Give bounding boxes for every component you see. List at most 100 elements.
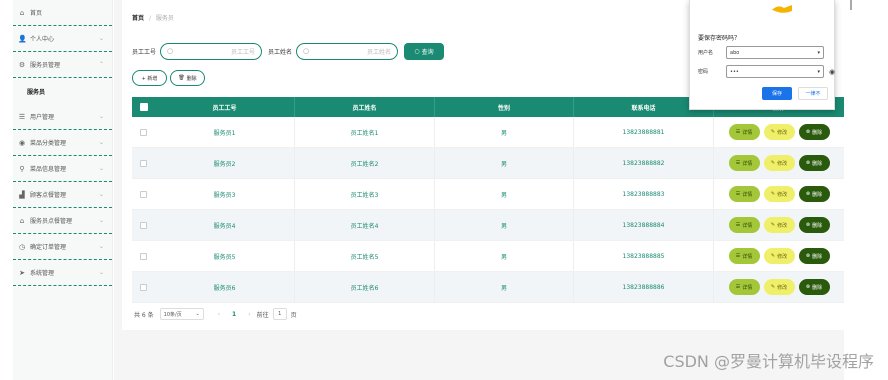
next-page-icon[interactable]: › xyxy=(248,311,250,318)
delete-row-button[interactable]: ⊗ 删除 xyxy=(798,279,830,295)
chevron-down-icon: ⌄ xyxy=(98,217,104,224)
user-icon: 👤 xyxy=(18,34,27,43)
password-field[interactable]: ••• ▾ xyxy=(726,65,824,78)
trash-icon: ⊗ xyxy=(805,129,811,135)
breadcrumb-home[interactable]: 首页 xyxy=(132,15,144,22)
list-icon: ☰ xyxy=(735,160,741,166)
save-password-button[interactable]: 保存 xyxy=(762,87,792,100)
page-size-select[interactable]: 10条/页 ⌄ xyxy=(159,308,204,320)
row-checkbox[interactable] xyxy=(140,283,147,291)
cell-phone: 13823888886 xyxy=(574,272,714,302)
username-label: 用户名 xyxy=(698,50,714,56)
prev-page-icon[interactable]: ‹ xyxy=(218,311,220,318)
detail-button[interactable]: ☰ 详情 xyxy=(728,248,760,264)
cell-phone: 13823888885 xyxy=(574,241,714,271)
password-row: 密码 ••• ▾ ◉ xyxy=(698,65,835,78)
cell-gender: 男 xyxy=(435,179,574,209)
edit-button-label: 修改 xyxy=(777,129,788,136)
edit-button[interactable]: ✎ 修改 xyxy=(763,124,795,140)
cell-actions: ☰ 详情 ✎ 修改 ⊗ 删除 xyxy=(714,272,844,302)
sidebar-item-label: 个人中心 xyxy=(30,36,55,43)
delete-button[interactable]: 🗑 删除 xyxy=(170,70,205,86)
cell-actions: ☰ 详情 ✎ 修改 ⊗ 删除 xyxy=(714,117,844,147)
row-checkbox[interactable] xyxy=(140,159,147,167)
delete-row-button[interactable]: ⊗ 删除 xyxy=(798,124,830,140)
pin-icon: ⚲ xyxy=(19,164,25,173)
detail-button[interactable]: ☰ 详情 xyxy=(728,217,760,233)
delete-row-button[interactable]: ⊗ 删除 xyxy=(798,248,830,264)
chevron-down-icon: ⌄ xyxy=(98,191,104,198)
delete-button-label: 删除 xyxy=(186,75,197,82)
goto-suffix: 页 xyxy=(290,311,297,319)
never-button[interactable]: 一律不 xyxy=(798,87,828,100)
edit-button[interactable]: ✎ 修改 xyxy=(763,155,795,171)
trash-icon: ⊗ xyxy=(805,253,811,259)
sidebar-item[interactable]: ☰ 用户管理 ⌄ xyxy=(13,104,112,130)
table-row: 服务员4 员工姓名4 男 13823888884 ☰ 详情 ✎ 修改 ⊗ 删除 xyxy=(132,210,844,241)
sidebar-item[interactable]: ⌂ 服务员点餐管理 ⌄ xyxy=(13,208,112,234)
sidebar-item-label: 服务员管理 xyxy=(30,62,61,69)
row-checkbox[interactable] xyxy=(140,252,147,260)
send-icon: ➤ xyxy=(19,268,25,277)
row-select-cell xyxy=(132,148,155,178)
cell-employee-id: 服务员1 xyxy=(155,117,295,147)
header-employee-name[interactable]: 员工姓名 xyxy=(295,97,435,117)
cell-phone: 13823888883 xyxy=(574,179,714,209)
delete-row-button[interactable]: ⊗ 删除 xyxy=(798,186,830,202)
password-label: 密码 xyxy=(698,69,709,75)
sidebar-item[interactable]: ▟ 顾客点餐管理 ⌄ xyxy=(13,182,112,208)
chevron-down-icon: ⌄ xyxy=(98,269,104,276)
sidebar-item[interactable]: 服务员 xyxy=(13,78,112,104)
cell-gender: 男 xyxy=(435,210,574,240)
detail-button[interactable]: ☰ 详情 xyxy=(728,186,760,202)
eye-icon[interactable]: ◉ xyxy=(829,68,835,76)
employee-id-input[interactable]: ○ 员工工号 xyxy=(160,42,263,60)
list-icon: ☰ xyxy=(735,129,741,135)
detail-button[interactable]: ☰ 详情 xyxy=(728,124,760,140)
save-password-popup: 要保存密码吗？ 用户名 abo ▾ 密码 ••• ▾ ◉ 保存 一律不 xyxy=(689,0,835,110)
detail-button[interactable]: ☰ 详情 xyxy=(728,155,760,171)
row-select-cell xyxy=(132,272,155,302)
delete-row-button[interactable]: ⊗ 删除 xyxy=(798,217,830,233)
bank-icon: ⌂ xyxy=(19,216,25,225)
delete-row-button[interactable]: ⊗ 删除 xyxy=(798,155,830,171)
edit-button[interactable]: ✎ 修改 xyxy=(763,248,795,264)
sidebar-item[interactable]: ⚙ 服务员管理 ⌃ xyxy=(13,52,112,78)
sidebar-item[interactable]: 👤 个人中心 ⌄ xyxy=(13,26,112,52)
trash-icon: ⊗ xyxy=(805,284,811,290)
popup-title: 要保存密码吗？ xyxy=(698,35,741,42)
username-field[interactable]: abo ▾ xyxy=(726,46,824,59)
query-button[interactable]: ○ 查询 xyxy=(404,42,445,60)
row-checkbox[interactable] xyxy=(140,221,147,229)
employee-name-input[interactable]: ○ 员工姓名 xyxy=(296,42,399,60)
sidebar-item[interactable]: ➤ 系统管理 ⌄ xyxy=(13,260,112,286)
header-gender[interactable]: 性别 xyxy=(435,97,574,117)
list-icon: ☰ xyxy=(735,191,741,197)
home-icon: ⌂ xyxy=(19,8,25,17)
chevron-down-icon: ⌄ xyxy=(98,243,104,250)
edit-button[interactable]: ✎ 修改 xyxy=(763,217,795,233)
pencil-icon: ✎ xyxy=(770,253,776,259)
chart-icon: ▟ xyxy=(19,190,25,199)
cell-employee-name: 员工姓名3 xyxy=(295,179,435,209)
detail-button[interactable]: ☰ 详情 xyxy=(728,279,760,295)
row-checkbox[interactable] xyxy=(140,128,147,136)
location-icon: ◉ xyxy=(18,138,26,147)
add-button[interactable]: + 新增 xyxy=(132,70,167,86)
sidebar-item[interactable]: ⌂ 首页 xyxy=(13,0,112,26)
edit-button[interactable]: ✎ 修改 xyxy=(763,279,795,295)
app-window: ⌂ 首页 👤 个人中心 ⌄ ⚙ 服务员管理 ⌃ 服务员 ☰ 用户管理 ⌄ ◉ 菜品分类管理 ⌄ ⚲ 菜品信息管理… xyxy=(0,0,888,380)
query-button-label: 查询 xyxy=(421,48,434,56)
clock-icon: ◷ xyxy=(18,242,26,251)
select-all-checkbox[interactable] xyxy=(139,103,148,111)
row-checkbox[interactable] xyxy=(140,190,147,198)
sidebar-item[interactable]: ◉ 菜品分类管理 ⌄ xyxy=(13,130,112,156)
goto-page-input[interactable]: 1 xyxy=(272,308,287,320)
sidebar-item[interactable]: ◷ 确定订单管理 ⌄ xyxy=(13,234,112,260)
goto-label: 前往 xyxy=(256,311,269,319)
key-illustration-icon xyxy=(772,5,792,13)
sidebar-item[interactable]: ⚲ 菜品信息管理 ⌄ xyxy=(13,156,112,182)
header-employee-id[interactable]: 员工工号 xyxy=(155,97,295,117)
page-number[interactable]: 1 xyxy=(232,311,236,318)
edit-button[interactable]: ✎ 修改 xyxy=(763,186,795,202)
